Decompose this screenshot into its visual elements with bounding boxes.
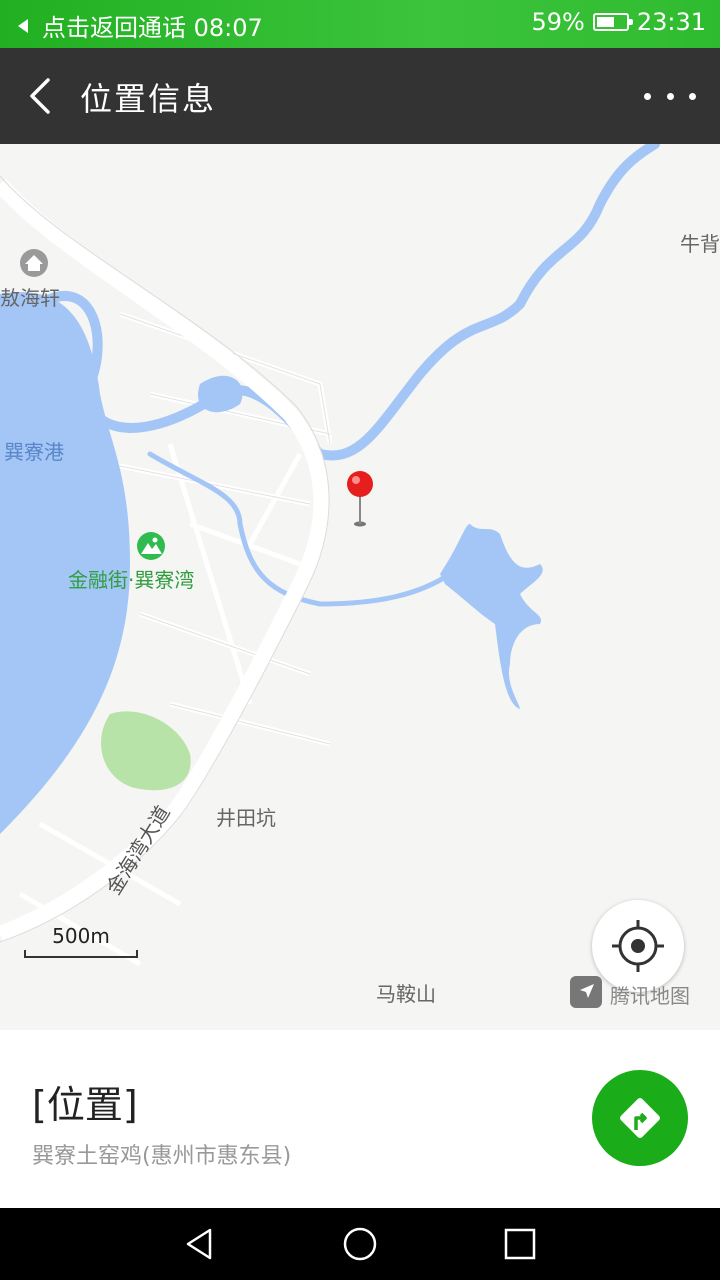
place-title: [位置]: [32, 1083, 138, 1127]
return-call-text: 点击返回通话 08:07: [42, 14, 263, 42]
more-button[interactable]: [640, 78, 700, 114]
scale-text: 500m: [52, 924, 110, 948]
map-label-maanshan: 马鞍山: [376, 982, 436, 1006]
system-nav-bar: [0, 1208, 720, 1280]
my-location-button[interactable]: [592, 900, 684, 992]
return-to-call[interactable]: 点击返回通话 08:07: [18, 8, 263, 43]
battery-percent: 59%: [531, 8, 585, 36]
more-dot: [689, 92, 696, 100]
page-title: 位置信息: [80, 80, 217, 118]
title-bar: 位置信息: [0, 48, 720, 144]
scale-bar: [24, 950, 138, 958]
poi-landscape-icon: [137, 532, 165, 560]
more-dot: [644, 92, 651, 100]
play-left-icon: [18, 18, 28, 33]
more-dot: [666, 92, 674, 100]
home-poi-icon: [20, 249, 48, 277]
clock: 23:31: [636, 8, 706, 36]
map-label-xunliaogang: 巽寮港: [4, 440, 64, 464]
system-home-button[interactable]: [342, 1226, 378, 1262]
system-back-button[interactable]: [182, 1226, 218, 1262]
location-info-panel: [位置] 巽寮土窑鸡(惠州市惠东县): [0, 1030, 720, 1208]
map-label-niubei: 牛背: [680, 232, 720, 256]
park: [101, 711, 191, 791]
map-label-jinrongjie: 金融街·巽寮湾: [68, 568, 195, 592]
status-bar: 点击返回通话 08:07 59% 23:31: [0, 0, 720, 48]
map-label-jingtiankeng: 井田坑: [216, 806, 276, 830]
crosshair-icon: [612, 920, 664, 972]
navigate-button[interactable]: [592, 1070, 688, 1166]
back-button[interactable]: [20, 72, 68, 120]
battery-icon: [592, 13, 633, 31]
river-lagoon: [198, 375, 243, 413]
chevron-left-icon: [30, 78, 50, 114]
circle-home-icon: [343, 1227, 377, 1261]
square-recents-icon: [504, 1228, 536, 1260]
map-label-aohaixuan: 敖海轩: [0, 286, 60, 310]
reservoir: [440, 524, 543, 709]
map-provider-logo: 腾讯地图: [610, 984, 690, 1008]
route-icon: [620, 1098, 660, 1138]
triangle-back-icon: [186, 1228, 212, 1260]
map-view[interactable]: 牛背 敖海轩 巽寮港 金融街·巽寮湾 井田坑 马鞍山 金海湾大道 500m 腾讯…: [0, 144, 720, 1030]
scale-indicator: 500m: [24, 924, 138, 958]
compass-icon: [580, 984, 594, 998]
compass-button[interactable]: [570, 976, 602, 1008]
location-pin[interactable]: [347, 471, 373, 527]
place-address: 巽寮土窑鸡(惠州市惠东县): [32, 1144, 292, 1169]
system-recents-button[interactable]: [502, 1226, 538, 1262]
